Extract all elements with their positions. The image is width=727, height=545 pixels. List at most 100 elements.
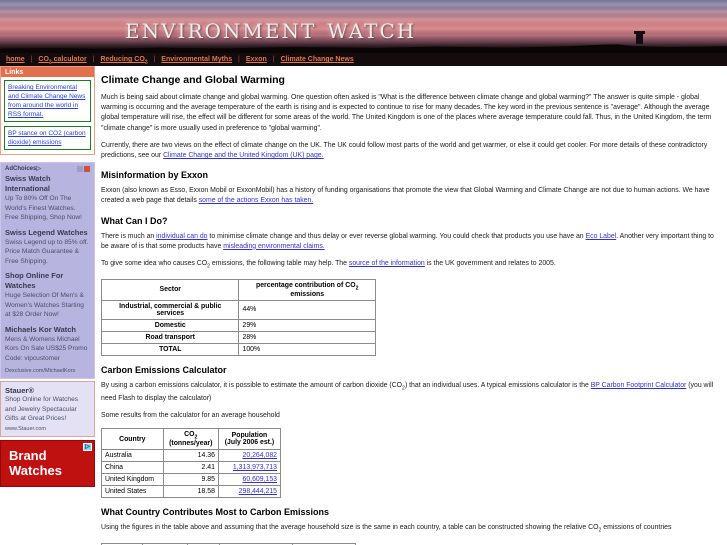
ad-play-icon[interactable]: ▷ [83,442,92,451]
nav-separator: | [272,56,275,63]
heading-misinformation-by-exxon: Misinformation by Exxon [101,170,209,181]
adchoices-label[interactable]: AdChoices▷ [5,165,41,172]
sidebar-link-bp-co2-label[interactable]: BP stance on CO2 (carbon dioxide) emissi… [8,129,87,147]
sidebar-link-rss-news-label[interactable]: Breaking Environmental and Climate Chang… [8,83,87,119]
main-content: Climate Change and Global Warming Much i… [95,66,727,545]
misinformation-text: Exxon (also known as Esso, Exxon Mobil o… [101,187,710,205]
table-row: TOTAL 100% [100,342,376,356]
cell-country-name: United Kingdom [101,473,164,487]
nav-link-exxon[interactable]: Exxon [246,56,267,63]
header-percentage: percentage contribution of CO2 emissions [238,278,376,301]
population-link[interactable]: 1,313,973,713 [233,464,277,471]
table-header-row: Sector percentage contribution of CO2 em… [100,278,376,301]
ad-url-michaels-kor[interactable]: Dexclusive.com/MichaelKors [5,368,90,374]
table-row: China 2.41 1,313,973,713 [101,461,282,475]
cell-sector-name: Domestic [100,318,240,332]
cell-sector-percent: 29% [238,318,376,332]
table-row: Industrial, commercial & public services… [100,299,376,320]
link-bp-carbon-footprint-calculator[interactable]: BP Carbon Footprint Calculator [591,382,687,389]
link-eco-label[interactable]: Eco Label [586,233,617,240]
what-can-i-do-text-1: There is much an [101,232,157,240]
sidebar-brand-watches-banner[interactable]: ▷ Brand Watches [0,439,95,487]
sidebar-links-heading: Links [0,66,95,77]
nav-separator: | [153,56,156,63]
cell-sector-percent: 28% [238,330,376,344]
ad-corner-icons[interactable] [77,165,90,172]
cell-country-population[interactable]: 60,609,153 [217,473,282,487]
calculator-paragraph: By using a carbon emissions calculator, … [101,381,723,404]
nav-link-co2-calculator[interactable]: CO2 calculator [38,56,86,65]
cell-country-population[interactable]: 1,313,973,713 [217,461,282,475]
nav-separator: | [30,56,33,63]
link-source-of-information[interactable]: source of the information [349,260,425,267]
cell-country-name: China [101,461,164,475]
intro-paragraph-1: Much is being said about climate change … [101,94,712,132]
nav-link-home[interactable]: home [6,56,25,63]
sectors-table-intro: To give some idea who causes CO2 emissio… [101,259,723,272]
nav-separator: | [238,56,240,63]
ad-close-icon[interactable] [84,165,90,172]
cell-country-population[interactable]: 20,264,082 [217,449,282,463]
brand-banner-line1: Brand [9,447,47,463]
page-body: Links Breaking Environmental and Climate… [0,66,727,545]
heading-what-can-i-do: What Can I Do? [101,215,168,226]
ad-title-swiss-watch[interactable]: Swiss Watch International [5,174,90,194]
sidebar-link-bp-co2[interactable]: BP stance on CO2 (carbon dioxide) emissi… [4,126,91,150]
nav-link-reducing-co2[interactable]: Reducing CO2 [100,56,147,65]
page-title: Climate Change and Global Warming [101,74,285,86]
country-contributes-text-2: emissions of countries [601,524,672,532]
cell-sector-name: Industrial, commercial & public services [100,299,240,320]
population-link[interactable]: 298,444,215 [239,488,277,495]
cell-country-co2: 18.58 [162,485,219,499]
ad-url-stauer[interactable]: www.Stauer.com [5,426,90,432]
cell-country-name: Australia [101,449,164,463]
adchoices-triangle-icon: ▷ [36,166,41,172]
ad-title-shop-online[interactable]: Shop Online For Watches [5,271,90,291]
nav-link-climate-change-news[interactable]: Climate Change News [281,56,354,63]
nav-link-environmental-myths[interactable]: Environmental Myths [161,56,232,63]
population-link[interactable]: 20,264,082 [243,452,278,459]
ad-info-icon[interactable] [77,165,83,172]
intro-paragraph-2: Currently, there are two views on the ef… [101,141,723,161]
cell-country-co2: 14.36 [162,449,219,463]
link-individual-can-do[interactable]: individual can do [156,233,207,240]
sidebar-ad-stauer[interactable]: Stauer® Shop Online for Watches and Jewe… [0,381,95,437]
ad-text-shop-online: Huge Selection Of Men's & Women's Watche… [5,292,84,318]
table-row: Road transport 28% [100,330,376,344]
link-climate-change-uk-page[interactable]: Climate Change and the United Kingdom (U… [163,152,324,159]
ad-text-swiss-watch: Up To 80% Off On The World's Finest Watc… [5,195,82,221]
link-exxon-actions[interactable]: some of the actions Exxon has taken. [199,197,314,204]
cell-country-co2: 2.41 [162,461,219,475]
brand-banner-line2: Watches [9,462,62,478]
heading-carbon-emissions-calculator: Carbon Emissions Calculator [101,364,227,375]
table-sector-emissions: Sector percentage contribution of CO2 em… [100,278,376,356]
ad-text-stauer: Shop Online for Watches and Jewelry Spec… [5,396,79,422]
link-misleading-claims[interactable]: misleading environmental claims. [223,243,325,250]
ad-title-swiss-legend[interactable]: Swiss Legend Watches [5,228,90,238]
nav-separator: | [92,56,95,63]
sidebar: Links Breaking Environmental and Climate… [0,66,95,487]
country-contributes-paragraph: Using the figures in the table above and… [101,523,723,536]
sidebar-links-box: Breaking Environmental and Climate Chang… [0,77,95,155]
main-navigation[interactable]: home | CO2 calculator | Reducing CO2 | E… [0,53,727,66]
population-link[interactable]: 60,609,153 [243,476,278,483]
cell-country-population[interactable]: 298,444,215 [217,485,282,499]
heading-what-country-contributes-most: What Country Contributes Most to Carbon … [101,507,330,518]
ad-text-michaels-kor: Mens & Womens Michael Kors On Sale US$25… [5,335,88,362]
sidebar-link-rss-news[interactable]: Breaking Environmental and Climate Chang… [4,80,91,122]
header-country: Country [101,427,164,451]
sidebar-ad-block[interactable]: AdChoices▷ Swiss Watch International Up … [0,162,95,379]
ad-title-stauer[interactable]: Stauer® [5,386,90,395]
country-contributes-text-1: Using the figures in the table above and… [101,524,599,532]
ad-header: AdChoices▷ [5,165,90,172]
cell-sector-percent: 44% [238,299,376,320]
calculator-text-1: By using a carbon emissions calculator, … [101,381,403,389]
misinformation-paragraph: Exxon (also known as Esso, Exxon Mobil o… [101,186,723,206]
table-row: United States 18.58 298,444,215 [101,485,282,499]
sectors-table-intro-text-2: emissions, the following table may help.… [209,260,349,268]
sectors-table-intro-text-1: To give some idea who causes CO [101,260,208,268]
sectors-table-intro-text-3: is the UK government and relates to 2005… [424,260,556,268]
header-sector: Sector [100,278,240,301]
site-title: environment watch [125,12,417,45]
ad-title-michaels-kor[interactable]: Michaels Kor Watch [5,325,90,335]
